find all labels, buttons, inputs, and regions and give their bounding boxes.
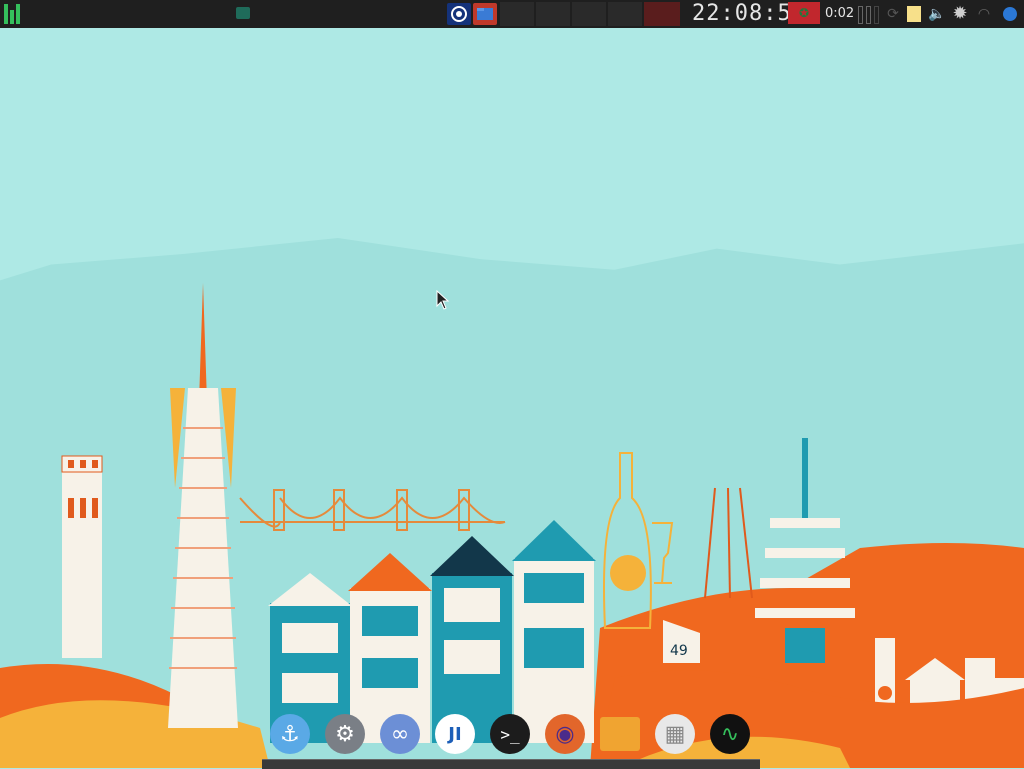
memory-meter [866,6,871,24]
swap-meter [874,6,879,24]
timer-label[interactable]: 0:02 [825,0,854,28]
taskbar-slot[interactable] [572,2,606,26]
route-49-sign: 49 [670,643,688,659]
system-monitor-icon[interactable]: ∿ [710,714,750,754]
folder-icon[interactable] [600,714,640,754]
manjaro-menu-icon[interactable] [4,4,24,24]
settings-icon[interactable]: ✹ [951,5,969,23]
network-icon[interactable]: ∞ [380,714,420,754]
updates-icon[interactable] [1001,5,1019,23]
taskbar-slot[interactable] [536,2,570,26]
taskbar-slot[interactable] [500,2,534,26]
flag-emblem: ✪ [798,6,810,20]
taskbar-slot[interactable] [230,2,260,26]
jitsi-glyph: JI [448,723,462,745]
sync-icon[interactable]: ⟳ [884,5,902,23]
folder-shape [600,717,640,751]
monitor-icon [236,7,250,19]
taskbar-slot[interactable] [608,2,642,26]
calendar-glyph: ▦ [664,721,686,747]
monitor-glyph: ∿ [720,721,740,747]
calendar-icon[interactable]: ▦ [655,714,695,754]
firefox-glyph: ◉ [555,721,575,747]
city-skyline-illustration: 49 [0,283,1024,768]
volume-icon[interactable]: 🔈 [928,5,946,23]
jitsi-icon[interactable]: JI [435,714,475,754]
top-panel: 22:08:54 ✪ 0:02 ⟳ 🔈 ✹ ◠ [0,0,1024,28]
network-glyph: ∞ [390,721,410,747]
taskbar-slot-active[interactable] [644,2,680,26]
keyboard-layout-flag[interactable]: ✪ [788,2,820,24]
wifi-icon[interactable]: ◠ [975,5,993,23]
anchor-glyph: ⚓ [280,721,300,747]
settings-gear-icon[interactable]: ⚙ [325,714,365,754]
cpu-meter [858,6,863,24]
terminal-icon[interactable]: >_ [490,714,530,754]
mouse-cursor-icon [436,290,450,310]
desktop-wallpaper: 49 [0,28,1024,768]
dock: ⚓ ⚙ ∞ JI >_ ◉ ▦ ∿ [266,712,760,760]
eye-icon[interactable] [447,3,471,25]
note-icon[interactable] [905,5,923,23]
files-icon[interactable] [473,3,497,25]
anchor-icon[interactable]: ⚓ [270,714,310,754]
terminal-glyph: >_ [500,724,520,744]
gear-glyph: ⚙ [335,721,355,747]
firefox-icon[interactable]: ◉ [545,714,585,754]
